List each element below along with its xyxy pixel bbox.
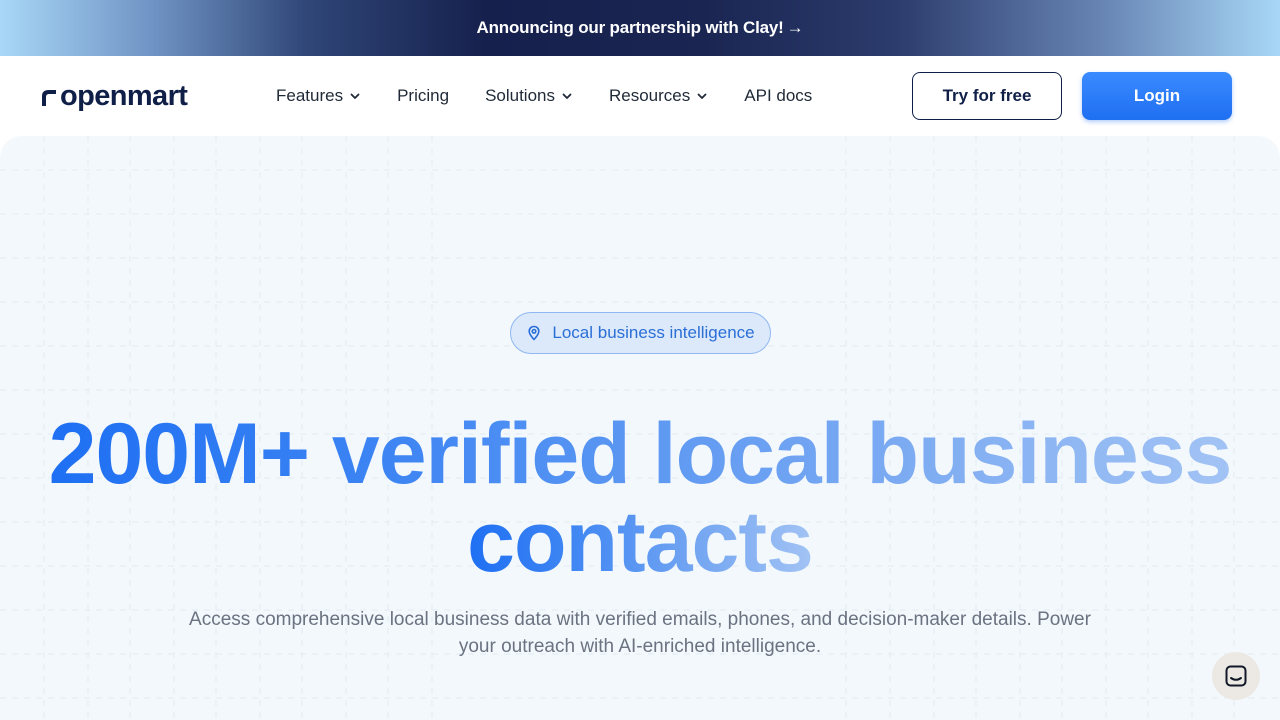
chevron-down-icon <box>697 93 707 99</box>
hero-section: Local business intelligence 200M+ verifi… <box>0 136 1280 720</box>
nav-item-api-docs[interactable]: API docs <box>744 86 812 106</box>
nav-item-solutions[interactable]: Solutions <box>485 86 573 106</box>
nav-item-label: Features <box>276 86 344 105</box>
announcement-bar: Announcing our partnership with Clay! → <box>0 0 1280 56</box>
hero-headline: 200M+ verified local business contacts <box>48 406 1233 590</box>
chat-bubble-icon <box>1225 665 1247 687</box>
chevron-down-icon <box>562 93 572 99</box>
brand-logo[interactable]: openmart <box>40 79 188 112</box>
nav-item-label: Pricing <box>397 86 450 105</box>
nav-item-pricing[interactable]: Pricing <box>397 86 449 106</box>
try-for-free-button[interactable]: Try for free <box>912 72 1062 120</box>
main-menu: Features Pricing Solutions Resources API… <box>276 84 812 108</box>
badge-label: Local business intelligence <box>552 323 755 342</box>
nav-item-label: API docs <box>744 86 813 105</box>
nav-item-label: Resources <box>609 86 691 105</box>
chat-widget-button[interactable] <box>1212 652 1260 700</box>
arrow-right-icon: → <box>786 18 804 37</box>
category-badge: Local business intelligence <box>510 312 771 354</box>
hero-subtitle: Access comprehensive local business data… <box>189 609 1091 657</box>
nav-item-features[interactable]: Features <box>276 86 361 106</box>
nav-item-resources[interactable]: Resources <box>609 86 708 106</box>
nav-item-label: Solutions <box>485 86 555 105</box>
announcement-link[interactable]: Announcing our partnership with Clay! → <box>477 18 804 38</box>
chevron-down-icon <box>350 93 360 99</box>
openmart-logo-icon <box>42 90 56 106</box>
login-button[interactable]: Login <box>1082 72 1232 120</box>
brand-name: openmart <box>60 79 188 112</box>
announcement-text: Announcing our partnership with Clay! <box>476 18 784 37</box>
map-pin-icon <box>528 325 540 341</box>
top-navigation: openmart Features Pricing Solutions Reso… <box>0 56 1280 136</box>
